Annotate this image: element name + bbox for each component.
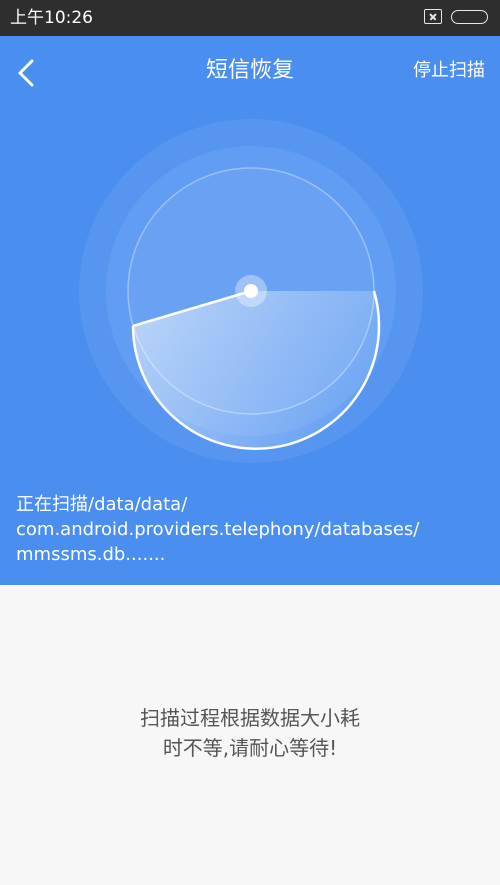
scan-path-text: 正在扫描/data/data/ com.android.providers.te… — [16, 492, 486, 567]
wait-hint-line: 时不等,请耐心等待! — [162, 736, 338, 760]
wait-hint: 扫描过程根据数据大小耗 时不等,请耐心等待! — [0, 703, 500, 763]
wait-hint-line: 扫描过程根据数据大小耗 — [140, 706, 360, 730]
scan-panel: 短信恢复 停止扫描 正在扫描/data/data/ com.android.pr… — [0, 36, 500, 585]
status-bar: 上午10:26 — [0, 0, 500, 36]
radar-scanner — [79, 119, 423, 463]
scan-path-line: 正在扫描/data/data/ — [16, 494, 188, 515]
radar-center-dot — [244, 284, 258, 298]
sim-card-icon — [424, 9, 442, 24]
scan-path-line: com.android.providers.telephony/database… — [16, 519, 420, 540]
battery-icon — [451, 10, 488, 24]
status-time: 上午10:26 — [10, 8, 93, 28]
stop-scan-button[interactable]: 停止扫描 — [413, 58, 485, 84]
scan-path-line: mmssms.db....... — [16, 544, 166, 565]
